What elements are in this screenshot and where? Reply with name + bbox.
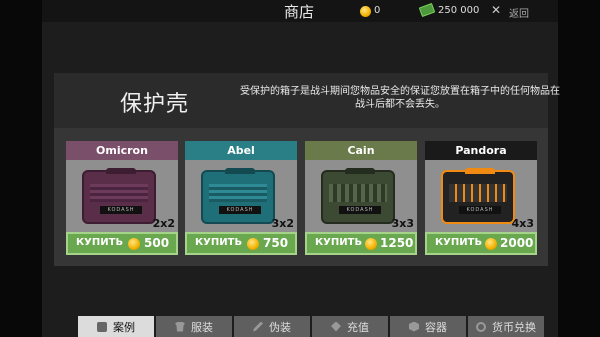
card-omicron: Omicron KODASH 2x2 КУПИТЬ 500 — [66, 141, 178, 255]
exchange-icon — [476, 321, 486, 332]
price: 1250 — [380, 236, 414, 250]
coin-icon — [365, 238, 377, 250]
buy-button[interactable]: КУПИТЬ 2000 — [425, 232, 537, 255]
buy-label: КУПИТЬ — [76, 237, 124, 248]
buy-button[interactable]: КУПИТЬ 1250 — [305, 232, 417, 255]
card-name: Cain — [305, 141, 417, 160]
section-description: 受保护的箱子是战斗期间您物品安全的保证您放置在箱子中的任何物品在战斗后都不会丢失… — [240, 86, 560, 110]
card-pandora: Pandora KODASH 4x3 КУПИТЬ 2000 — [425, 141, 537, 255]
case-omicron-icon: KODASH — [82, 168, 156, 224]
coin-icon — [485, 238, 497, 250]
card-name: Omicron — [66, 141, 178, 160]
tab-camouflage[interactable]: 伪装 — [234, 316, 310, 337]
card-size: 3x2 — [271, 217, 294, 230]
tab-label: 伪装 — [269, 320, 291, 334]
tab-label: 案例 — [113, 320, 135, 334]
card-abel: Abel KODASH 3x2 КУПИТЬ 750 — [185, 141, 297, 255]
left-margin — [0, 0, 42, 337]
coin-balance: 0 — [374, 5, 381, 16]
card-cain: Cain KODASH 3x3 КУПИТЬ 1250 — [305, 141, 417, 255]
card-size: 4x3 — [511, 217, 534, 230]
container-icon — [409, 321, 419, 332]
tab-containers[interactable]: 容器 — [390, 316, 466, 337]
card-preview: KODASH 3x3 — [305, 160, 417, 232]
shop-title: 商店 — [284, 3, 315, 21]
buy-button[interactable]: КУПИТЬ 750 — [185, 232, 297, 255]
card-name: Abel — [185, 141, 297, 160]
price: 750 — [263, 236, 289, 250]
tab-label: 货币兑换 — [492, 320, 536, 334]
tab-cases[interactable]: 案例 — [78, 316, 154, 337]
coin-icon — [128, 238, 140, 250]
case-icon — [97, 321, 107, 332]
back-button[interactable]: 返回 — [509, 5, 529, 20]
brush-icon — [253, 321, 263, 332]
tab-bar: 案例 服装 伪装 充值 容器 货币兑换 — [78, 316, 556, 337]
tab-label: 容器 — [425, 320, 447, 334]
right-margin — [558, 0, 600, 337]
case-abel-icon: KODASH — [201, 168, 275, 224]
tab-label: 充值 — [347, 320, 369, 334]
buy-label: КУПИТЬ — [315, 237, 363, 248]
card-size: 3x3 — [391, 217, 414, 230]
coin-icon — [360, 6, 371, 17]
tab-recharge[interactable]: 充值 — [312, 316, 388, 337]
coin-icon — [247, 238, 259, 250]
card-size: 2x2 — [152, 217, 175, 230]
price: 500 — [144, 236, 170, 250]
card-preview: KODASH 3x2 — [185, 160, 297, 232]
shirt-icon — [175, 321, 185, 332]
buy-label: КУПИТЬ — [435, 237, 483, 248]
card-name: Pandora — [425, 141, 537, 160]
close-icon[interactable]: ✕ — [491, 3, 501, 17]
card-preview: KODASH 4x3 — [425, 160, 537, 232]
tab-currency-exchange[interactable]: 货币兑换 — [468, 316, 544, 337]
buy-label: КУПИТЬ — [195, 237, 243, 248]
case-pandora-icon: KODASH — [441, 168, 515, 224]
price: 2000 — [500, 236, 534, 250]
card-preview: KODASH 2x2 — [66, 160, 178, 232]
tab-clothing[interactable]: 服装 — [156, 316, 232, 337]
case-cain-icon: KODASH — [321, 168, 395, 224]
section-title: 保护壳 — [120, 92, 190, 117]
diamond-icon — [331, 321, 341, 332]
tab-label: 服装 — [191, 320, 213, 334]
buy-button[interactable]: КУПИТЬ 500 — [66, 232, 178, 255]
cash-balance: 250 000 — [438, 5, 480, 16]
